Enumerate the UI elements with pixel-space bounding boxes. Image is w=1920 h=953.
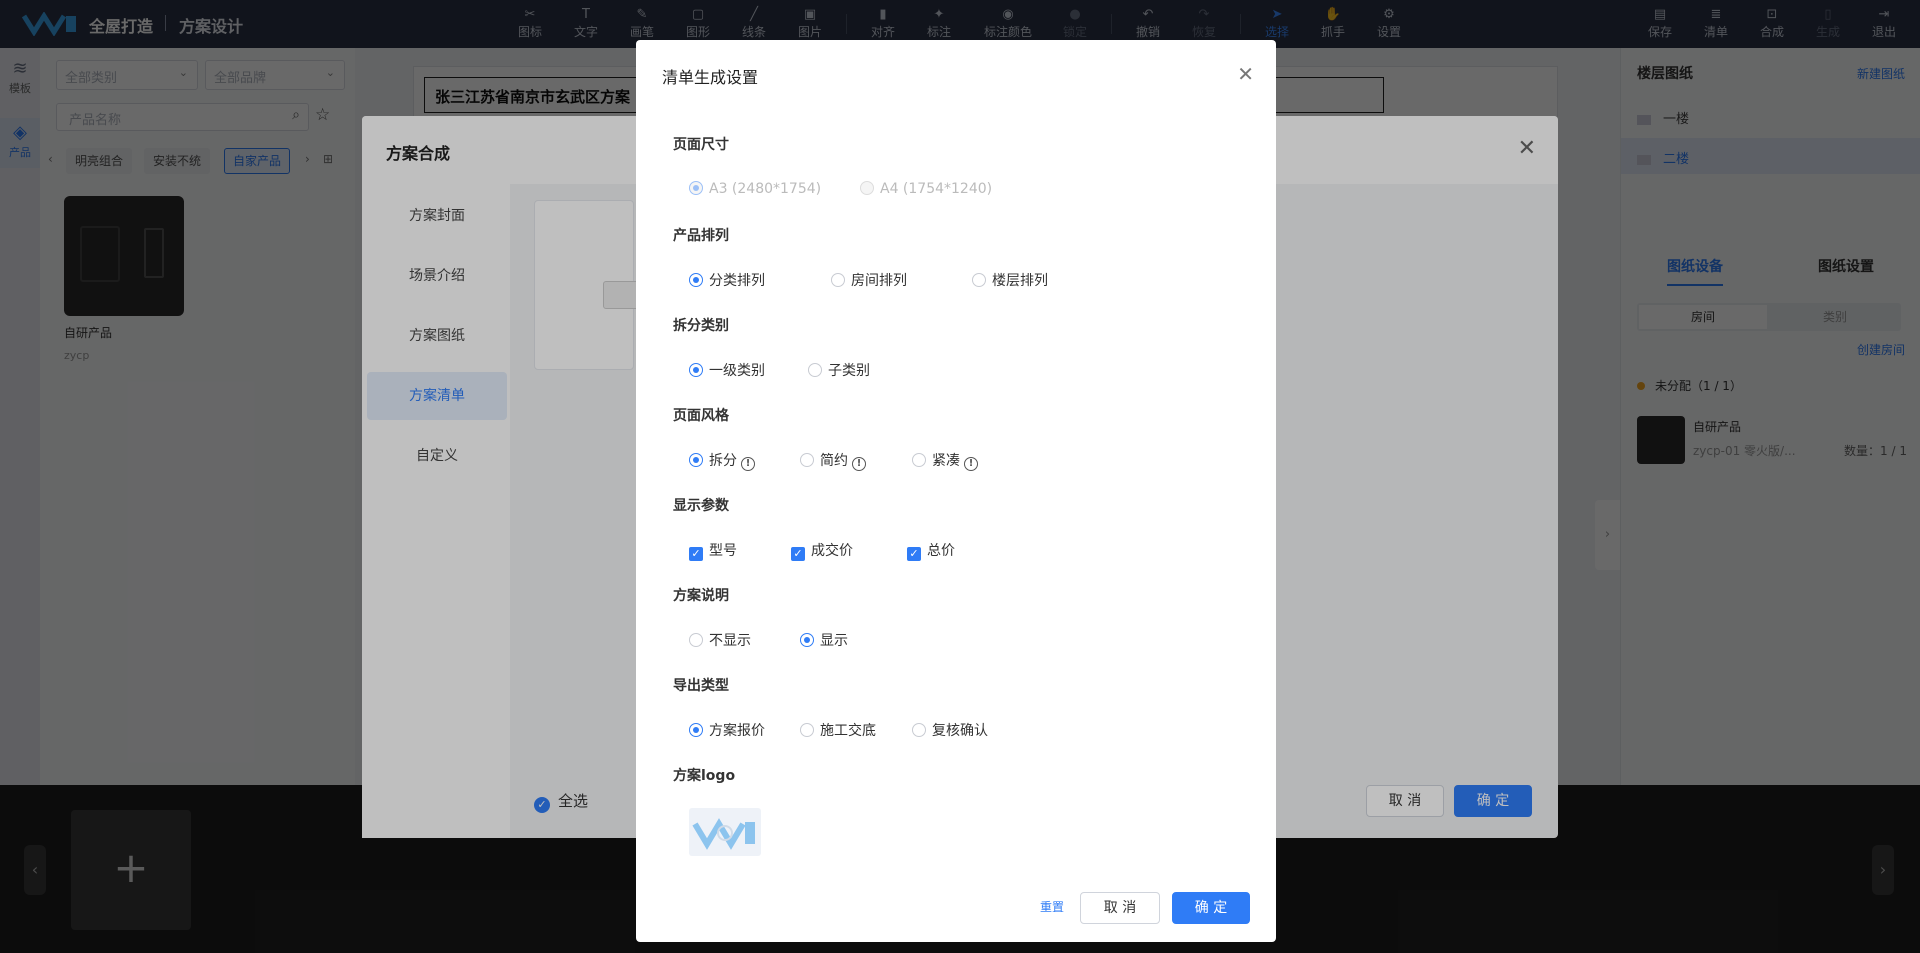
radio-sub-category[interactable]: 子类别 bbox=[808, 360, 870, 380]
radio-hide-description[interactable]: 不显示 bbox=[689, 630, 751, 650]
section-page-style: 页面风格 bbox=[673, 408, 729, 424]
dialog-confirm-button[interactable]: 确 定 bbox=[1172, 892, 1250, 924]
close-icon[interactable]: ✕ bbox=[1237, 62, 1254, 86]
checkbox-deal-price[interactable]: ✓ 成交价 bbox=[791, 540, 853, 561]
logo-upload[interactable] bbox=[689, 808, 761, 856]
radio-by-room[interactable]: 房间排列 bbox=[831, 270, 907, 290]
radio-a3: A3 (2480*1754) bbox=[689, 181, 821, 197]
logo-preview-image bbox=[692, 818, 755, 850]
section-split-category: 拆分类别 bbox=[673, 318, 729, 334]
section-description: 方案说明 bbox=[673, 588, 729, 604]
dialog-cancel-button[interactable]: 取 消 bbox=[1080, 892, 1160, 924]
section-export-type: 导出类型 bbox=[673, 678, 729, 694]
radio-construction[interactable]: 施工交底 bbox=[800, 720, 876, 740]
check-icon: ✓ bbox=[791, 547, 805, 561]
radio-top-category[interactable]: 一级类别 bbox=[689, 360, 765, 380]
section-page-size: 页面尺寸 bbox=[673, 137, 729, 153]
checkbox-total-price[interactable]: ✓ 总价 bbox=[907, 540, 955, 561]
info-icon[interactable]: ! bbox=[741, 457, 755, 471]
checkbox-model[interactable]: ✓ 型号 bbox=[689, 540, 737, 561]
radio-review[interactable]: 复核确认 bbox=[912, 720, 988, 740]
check-icon: ✓ bbox=[907, 547, 921, 561]
radio-by-category[interactable]: 分类排列 bbox=[689, 270, 765, 290]
radio-style-simple[interactable]: 简约! bbox=[800, 450, 866, 471]
dialog-title: 清单生成设置 bbox=[662, 68, 759, 87]
reset-link[interactable]: 重置 bbox=[1040, 898, 1064, 915]
check-icon: ✓ bbox=[689, 547, 703, 561]
radio-show-description[interactable]: 显示 bbox=[800, 630, 848, 650]
section-display-params: 显示参数 bbox=[673, 498, 729, 514]
info-icon[interactable]: ! bbox=[852, 457, 866, 471]
radio-by-floor[interactable]: 楼层排列 bbox=[972, 270, 1048, 290]
list-settings-dialog: 清单生成设置 ✕ 页面尺寸 A3 (2480*1754) A4 (1754*12… bbox=[636, 40, 1276, 942]
section-product-order: 产品排列 bbox=[673, 228, 729, 244]
info-icon[interactable]: ! bbox=[964, 457, 978, 471]
radio-style-compact[interactable]: 紧凑! bbox=[912, 450, 978, 471]
section-logo: 方案logo bbox=[673, 768, 736, 784]
radio-style-split[interactable]: 拆分! bbox=[689, 450, 755, 471]
radio-a4: A4 (1754*1240) bbox=[860, 181, 992, 197]
radio-quote[interactable]: 方案报价 bbox=[689, 720, 765, 740]
